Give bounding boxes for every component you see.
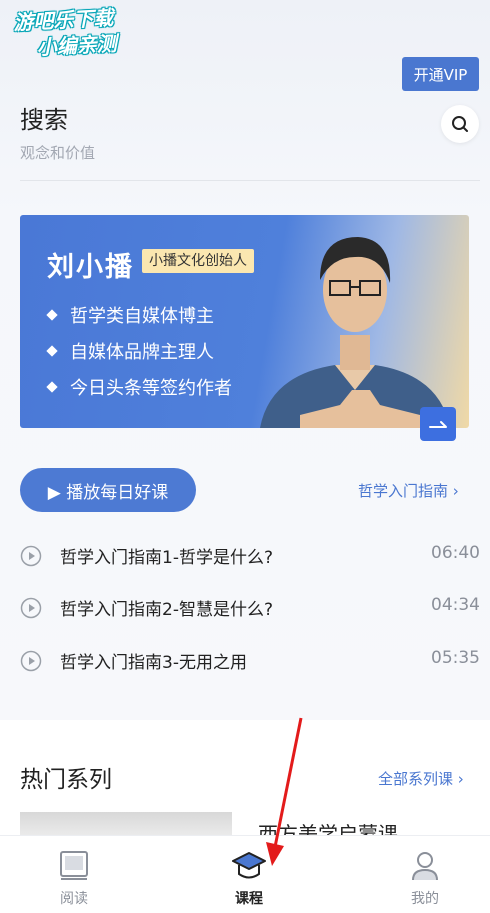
vip-button[interactable]: 开通VIP <box>402 57 479 91</box>
diamond-icon <box>46 345 58 357</box>
episode-item[interactable]: 哲学入门指南1-哲学是什么? 06:40 <box>20 541 480 571</box>
play-circle-icon <box>20 650 42 672</box>
diamond-icon <box>46 309 58 321</box>
all-series-link[interactable]: 全部系列课 › <box>378 768 464 789</box>
episode-title: 哲学入门指南1-哲学是什么? <box>60 548 273 568</box>
play-circle-icon <box>20 545 42 567</box>
banner-tag: 小播文化创始人 <box>142 249 254 273</box>
banner-bullet: 哲学类自媒体博主 <box>46 302 214 328</box>
banner-arrow-button[interactable] <box>420 407 456 441</box>
tab-profile[interactable]: 我的 <box>365 836 485 913</box>
episode-title: 哲学入门指南2-智慧是什么? <box>60 600 273 620</box>
tab-label: 课程 <box>235 891 263 907</box>
episode-duration: 06:40 <box>431 543 480 563</box>
search-button[interactable] <box>441 105 479 143</box>
header-divider <box>20 180 480 181</box>
hot-series-title: 热门系列 <box>20 767 112 793</box>
tab-read[interactable]: 阅读 <box>14 836 134 913</box>
banner-bullet: 自媒体品牌主理人 <box>46 338 214 364</box>
tab-label: 我的 <box>411 891 439 907</box>
episode-duration: 05:35 <box>431 648 480 668</box>
episode-item[interactable]: 哲学入门指南2-智慧是什么? 04:34 <box>20 593 480 623</box>
page-subtitle: 观念和价值 <box>20 144 96 162</box>
philosophy-guide-link[interactable]: 哲学入门指南 › <box>358 480 459 501</box>
bottom-tab-bar: 阅读 课程 我的 <box>0 835 490 913</box>
tab-course[interactable]: 课程 <box>189 836 309 913</box>
watermark: 游吧乐下载 小编亲测 <box>13 2 156 61</box>
user-icon <box>412 852 438 881</box>
instructor-photo <box>260 237 450 428</box>
episode-title: 哲学入门指南3-无用之用 <box>60 653 247 673</box>
episode-item[interactable]: 哲学入门指南3-无用之用 05:35 <box>20 646 480 676</box>
banner-name: 刘小播 <box>47 252 134 283</box>
book-icon <box>60 851 88 880</box>
search-icon <box>452 116 468 132</box>
instructor-banner[interactable]: 刘小播 小播文化创始人 哲学类自媒体博主 自媒体品牌主理人 今日头条等签约作者 <box>20 215 469 428</box>
tab-label: 阅读 <box>60 891 88 907</box>
arrow-icon <box>429 421 447 428</box>
diamond-icon <box>46 381 58 393</box>
banner-bullet: 今日头条等签约作者 <box>46 374 232 400</box>
play-daily-course-button[interactable]: ▶ 播放每日好课 <box>20 468 196 512</box>
graduation-cap-icon <box>232 852 266 879</box>
episode-duration: 04:34 <box>431 595 480 615</box>
page-title: 搜索 <box>20 106 68 134</box>
play-circle-icon <box>20 597 42 619</box>
